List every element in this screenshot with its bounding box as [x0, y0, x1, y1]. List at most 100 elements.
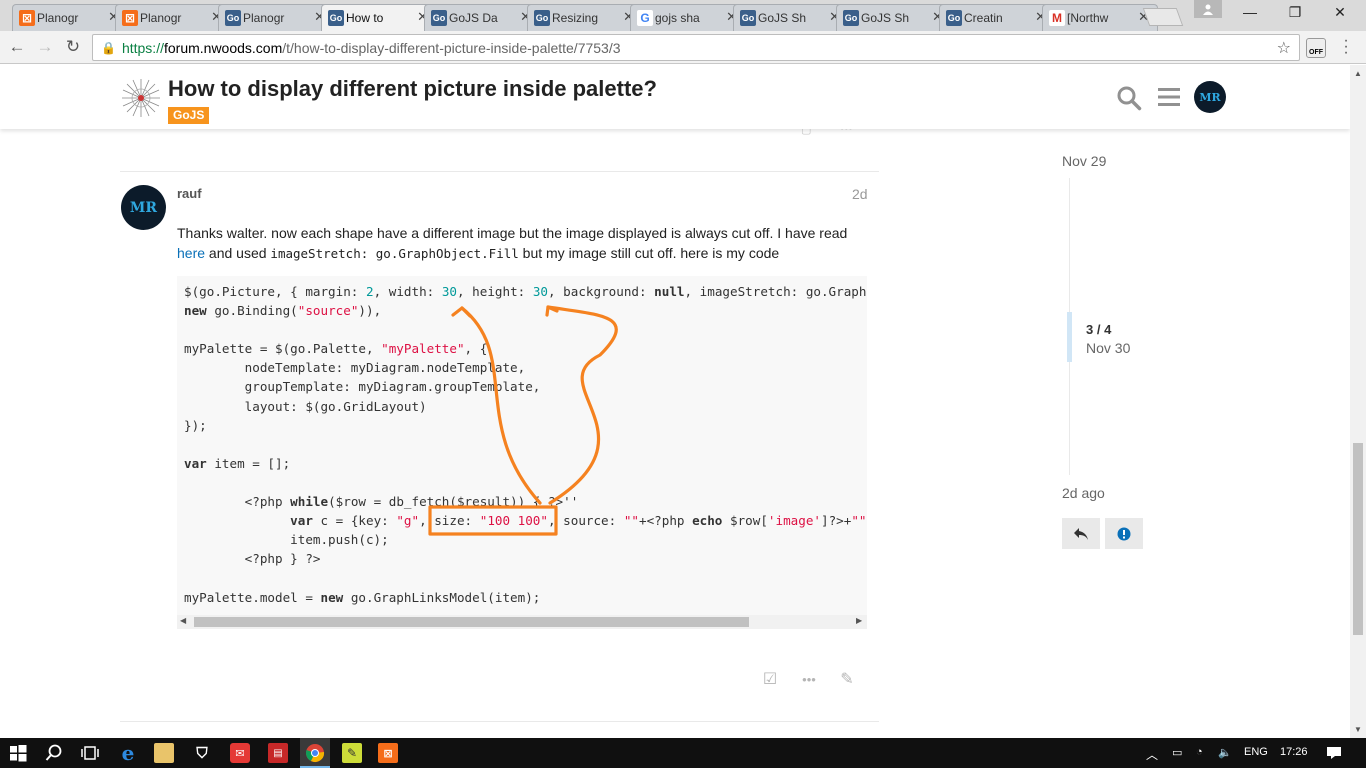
language-indicator[interactable]: ENG	[1244, 746, 1268, 758]
xampp-taskbar-icon[interactable]: ⊠	[378, 743, 398, 763]
wifi-icon[interactable]: ◔	[1196, 746, 1203, 758]
clock[interactable]: 17:26	[1280, 746, 1308, 758]
url-host: forum.nwoods.com	[163, 39, 283, 56]
post-text-part-3: but my image still cut off. here is my c…	[518, 245, 780, 261]
inline-code: imageStretch: go.GraphObject.Fill	[270, 246, 519, 261]
person-icon	[1203, 4, 1213, 15]
volume-icon[interactable]: 🔈	[1218, 746, 1232, 759]
browser-tab[interactable]: Go Resizing ✕	[527, 4, 643, 31]
window-close-button[interactable]: ✕	[1318, 4, 1362, 21]
browser-tab[interactable]: Go Planogr ✕	[218, 4, 334, 31]
scroll-down-icon[interactable]: ▼	[1354, 725, 1362, 734]
file-explorer-icon[interactable]	[154, 743, 174, 763]
current-user-avatar[interactable]: MR	[1194, 81, 1226, 113]
browser-tab-title: GoJS Da	[449, 11, 498, 25]
gojs-icon: Go	[431, 10, 447, 26]
web-page: How to display different picture inside …	[0, 65, 1350, 738]
scroll-left-icon[interactable]: ◀	[180, 616, 186, 625]
post-date[interactable]: 2d	[852, 186, 868, 202]
page-title[interactable]: How to display different picture inside …	[168, 76, 657, 102]
store-icon[interactable]: ⛉	[192, 743, 212, 763]
edge-browser-icon[interactable]: e	[118, 741, 138, 765]
gojs-icon: Go	[328, 10, 344, 26]
hamburger-menu-icon[interactable]	[1158, 87, 1180, 107]
browser-tab[interactable]: Go GoJS Sh ✕	[733, 4, 849, 31]
browser-tab-title: Planogr	[243, 11, 285, 25]
solution-check-icon[interactable]: ☑	[760, 670, 780, 690]
browser-tab-title: Planogr	[37, 11, 79, 25]
timeline-end-date[interactable]: 2d ago	[1062, 485, 1105, 501]
profile-button[interactable]	[1194, 0, 1222, 18]
show-hidden-icons-icon[interactable]: ︿	[1146, 746, 1158, 763]
browser-tab[interactable]: Ggojs sha ✕	[630, 4, 746, 31]
address-bar[interactable]: 🔒 https://forum.nwoods.com/t/how-to-disp…	[92, 34, 1300, 61]
timeline-position: 3 / 4	[1086, 322, 1112, 337]
bookmark-star-icon[interactable]: ☆	[1277, 38, 1291, 58]
windows-taskbar: e ⛉ ✉ ▤ ✎ ⊠ ︿ ▭ ◔ 🔈 ENG 17:26	[0, 738, 1366, 768]
notification-center-icon[interactable]	[1324, 743, 1344, 763]
post-text-part-2: and used	[205, 245, 271, 261]
timeline-handle[interactable]	[1067, 312, 1072, 362]
avatar[interactable]: MR	[121, 185, 166, 230]
scroll-right-icon[interactable]: ▶	[856, 616, 862, 625]
browser-tab[interactable]: ⊠ Planogr ✕	[115, 4, 231, 31]
browser-tab-title: Resizing	[552, 11, 599, 25]
xampp-icon: ⊠	[19, 10, 35, 26]
browser-tab-title: [Northw	[1067, 11, 1109, 25]
browser-tab[interactable]: ⊠ Planogr ✕	[12, 4, 128, 31]
scroll-up-icon[interactable]: ▲	[1354, 69, 1362, 78]
browser-tab-title: GoJS Sh	[861, 11, 910, 25]
browser-tab[interactable]: Go Creatin ✕	[939, 4, 1055, 31]
url-path: /t/how-to-display-different-picture-insi…	[282, 39, 621, 56]
browser-tab[interactable]: Go GoJS Da ✕	[424, 4, 540, 31]
post-username[interactable]: rauf	[177, 186, 202, 201]
back-arrow-icon[interactable]: ←	[6, 37, 28, 57]
topic-header: How to display different picture inside …	[0, 65, 1350, 129]
reload-icon[interactable]: ↻	[62, 37, 84, 57]
gmail-icon: M	[1049, 10, 1065, 26]
chrome-icon[interactable]	[305, 743, 325, 763]
edit-pencil-icon[interactable]: ✎	[837, 670, 857, 690]
minimize-button[interactable]: —	[1228, 4, 1272, 20]
browser-tab-title: gojs sha	[655, 11, 700, 25]
task-view-icon[interactable]	[80, 743, 100, 763]
browser-toolbar: ← → ↻ 🔒 https://forum.nwoods.com/t/how-t…	[0, 31, 1366, 64]
category-badge[interactable]: GoJS	[168, 107, 210, 124]
post-here-link[interactable]: here	[177, 245, 205, 261]
page-vertical-scrollbar[interactable]: ▲ ▼	[1350, 65, 1366, 738]
windows-start-icon[interactable]	[8, 743, 28, 763]
new-tab-button[interactable]	[1142, 8, 1184, 26]
xampp-icon: ⊠	[122, 10, 138, 26]
code-horizontal-scrollbar[interactable]: ◀ ▶	[177, 615, 867, 629]
restore-button[interactable]: ❐	[1273, 4, 1317, 21]
post-text-part-1: Thanks walter. now each shape have a dif…	[177, 225, 848, 241]
search-icon[interactable]	[1116, 85, 1142, 111]
extension-off-button[interactable]: OFF	[1306, 38, 1326, 58]
document-app-icon[interactable]: ▤	[268, 743, 288, 763]
more-actions-icon[interactable]: •••	[799, 670, 819, 690]
page-scroll-thumb[interactable]	[1353, 443, 1363, 635]
notepad-icon[interactable]: ✎	[342, 743, 362, 763]
mail-app-icon[interactable]: ✉	[230, 743, 250, 763]
browser-tab[interactable]: Go GoJS Sh ✕	[836, 4, 952, 31]
post-body-text: Thanks walter. now each shape have a dif…	[177, 223, 867, 264]
timeline-start-date[interactable]: Nov 29	[1062, 153, 1106, 169]
url-scheme: https://	[121, 39, 164, 56]
gojs-icon: Go	[740, 10, 756, 26]
browser-tab[interactable]: Go How to ✕	[321, 4, 437, 31]
code-block[interactable]: $(go.Picture, { margin: 2, width: 30, he…	[177, 276, 867, 629]
battery-icon[interactable]: ▭	[1172, 746, 1182, 759]
code-scroll-thumb[interactable]	[194, 617, 749, 627]
site-logo-icon[interactable]	[120, 77, 162, 119]
browser-tab-title: Planogr	[140, 11, 182, 25]
browser-tab[interactable]: M [Northw ✕	[1042, 4, 1158, 31]
reply-button[interactable]	[1062, 518, 1100, 549]
search-taskbar-icon[interactable]	[44, 743, 64, 763]
timeline-handle-date: Nov 30	[1086, 340, 1131, 356]
browser-menu-icon[interactable]: · · ·	[1340, 33, 1352, 61]
reply-icon	[1074, 527, 1088, 540]
google-icon: G	[637, 10, 653, 26]
flag-button[interactable]	[1105, 518, 1143, 549]
forward-arrow-icon[interactable]: →	[34, 37, 56, 57]
gojs-icon: Go	[946, 10, 962, 26]
